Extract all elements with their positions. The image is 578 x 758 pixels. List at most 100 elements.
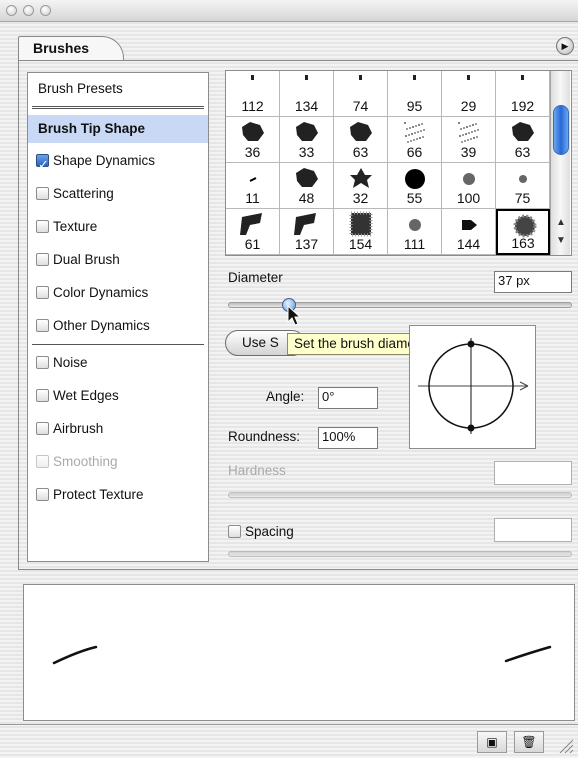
scrollbar-thumb[interactable] <box>553 105 569 155</box>
brush-preset-cell[interactable]: 75 <box>496 163 550 209</box>
brush-preset-cell[interactable]: 163 <box>496 209 550 255</box>
separator <box>32 344 204 345</box>
brush-tip-icon <box>463 173 475 185</box>
brush-size-label: 32 <box>352 190 369 206</box>
close-window-button[interactable] <box>6 5 17 16</box>
brush-preset-cell[interactable]: 11 <box>226 163 280 209</box>
shape-dynamics-checkbox[interactable] <box>36 151 49 179</box>
brush-preset-cell[interactable]: 36 <box>226 117 280 163</box>
scroll-down-icon[interactable]: ▼ <box>556 235 566 246</box>
brush-preset-cell[interactable]: 61 <box>226 209 280 255</box>
new-brush-icon[interactable]: ▣ <box>477 731 507 753</box>
brush-size-label: 144 <box>456 236 481 252</box>
tab-row: Brushes ▶ <box>0 22 578 60</box>
brush-presets-item[interactable]: Brush Presets <box>28 75 208 103</box>
brush-tip-icon <box>467 75 470 80</box>
option-label: Airbrush <box>53 421 104 436</box>
option-noise[interactable]: Noise <box>28 349 208 377</box>
noise-checkbox[interactable] <box>36 356 49 369</box>
hardness-slider <box>228 492 572 498</box>
brush-size-label: 75 <box>514 190 531 206</box>
brush-tip-icon <box>296 122 318 141</box>
spacing-option[interactable]: Spacing <box>228 524 294 539</box>
option-shape-dynamics[interactable]: Shape Dynamics <box>28 147 208 179</box>
protect-texture-checkbox[interactable] <box>36 488 49 501</box>
brush-tip-icon <box>404 122 425 143</box>
brush-preset-cell[interactable]: 63 <box>334 117 388 163</box>
brush-options-list: Brush Presets Brush Tip Shape Shape Dyna… <box>27 72 209 562</box>
brush-tip-shape-item[interactable]: Brush Tip Shape <box>28 115 208 143</box>
spacing-checkbox[interactable] <box>228 525 241 538</box>
option-airbrush[interactable]: Airbrush <box>28 415 208 443</box>
brush-preset-cell[interactable]: 55 <box>388 163 442 209</box>
brush-size-label: 137 <box>294 236 319 252</box>
diameter-field[interactable]: 37 px <box>494 271 572 293</box>
brush-preset-cell[interactable]: 111 <box>388 209 442 255</box>
option-wet-edges[interactable]: Wet Edges <box>28 382 208 410</box>
other-dynamics-checkbox[interactable] <box>36 319 49 332</box>
wet-edges-checkbox[interactable] <box>36 389 49 402</box>
brush-tip-icon <box>462 220 477 230</box>
option-scattering[interactable]: Scattering <box>28 180 208 208</box>
zoom-window-button[interactable] <box>40 5 51 16</box>
brush-preset-cell[interactable]: 29 <box>442 71 496 117</box>
brush-stroke-preview <box>23 584 575 721</box>
minimize-window-button[interactable] <box>23 5 34 16</box>
panel-menu-button[interactable]: ▶ <box>556 37 574 55</box>
scattering-checkbox[interactable] <box>36 187 49 200</box>
brush-tip-icon <box>405 169 425 189</box>
brush-tip-icon <box>242 122 264 141</box>
option-dual-brush[interactable]: Dual Brush <box>28 246 208 274</box>
brush-preset-cell[interactable]: 48 <box>280 163 334 209</box>
brush-preset-cell[interactable]: 63 <box>496 117 550 163</box>
brush-preset-cell[interactable]: 66 <box>388 117 442 163</box>
angle-roundness-icon <box>418 338 529 434</box>
brush-size-label: 100 <box>456 190 481 206</box>
brush-tip-icon <box>512 122 534 141</box>
smoothing-checkbox <box>36 455 49 468</box>
brush-preset-cell[interactable]: 100 <box>442 163 496 209</box>
dual-brush-checkbox[interactable] <box>36 253 49 266</box>
brush-preset-cell[interactable]: 144 <box>442 209 496 255</box>
brush-size-label: 112 <box>241 98 264 114</box>
brush-tip-icon <box>413 75 416 80</box>
roundness-field[interactable]: 100% <box>318 427 378 449</box>
scroll-up-icon[interactable]: ▲ <box>556 217 566 228</box>
grid-scrollbar[interactable]: ▲ ▼ <box>550 71 570 255</box>
brush-preset-cell[interactable]: 95 <box>388 71 442 117</box>
cursor-arrow-icon <box>287 305 302 326</box>
option-other-dynamics[interactable]: Other Dynamics <box>28 312 208 340</box>
brush-preset-cell[interactable]: 33 <box>280 117 334 163</box>
brush-size-label: 95 <box>406 98 423 114</box>
brush-tip-icon <box>240 213 262 235</box>
texture-checkbox[interactable] <box>36 220 49 233</box>
angle-label: Angle: <box>266 389 305 404</box>
resize-grip-icon[interactable] <box>556 736 574 754</box>
stroke-preview-icon <box>52 645 552 665</box>
brush-tip-icon <box>251 75 254 80</box>
color-dynamics-checkbox[interactable] <box>36 286 49 299</box>
brush-preset-cell[interactable]: 112 <box>226 71 280 117</box>
brush-size-label: 192 <box>510 98 535 114</box>
option-color-dynamics[interactable]: Color Dynamics <box>28 279 208 307</box>
brush-preset-cell[interactable]: 154 <box>334 209 388 255</box>
tab-brushes[interactable]: Brushes <box>18 36 124 60</box>
brush-size-label: 55 <box>406 190 423 206</box>
angle-roundness-preview[interactable] <box>409 325 536 449</box>
option-protect-texture[interactable]: Protect Texture <box>28 481 208 509</box>
brush-preset-cell[interactable]: 137 <box>280 209 334 255</box>
brush-tip-icon <box>305 75 308 80</box>
brush-size-label: 111 <box>403 236 426 252</box>
brush-preset-cell[interactable]: 32 <box>334 163 388 209</box>
airbrush-checkbox[interactable] <box>36 422 49 435</box>
diameter-slider[interactable] <box>228 302 572 308</box>
trash-icon[interactable]: 🗑 <box>514 731 544 753</box>
brush-preset-cell[interactable]: 192 <box>496 71 550 117</box>
option-label: Texture <box>53 219 98 234</box>
option-texture[interactable]: Texture <box>28 213 208 241</box>
brush-preset-cell[interactable]: 39 <box>442 117 496 163</box>
brush-preset-cell[interactable]: 74 <box>334 71 388 117</box>
angle-field[interactable]: 0° <box>318 387 378 409</box>
brush-preset-cell[interactable]: 134 <box>280 71 334 117</box>
option-label: Shape Dynamics <box>53 153 156 168</box>
